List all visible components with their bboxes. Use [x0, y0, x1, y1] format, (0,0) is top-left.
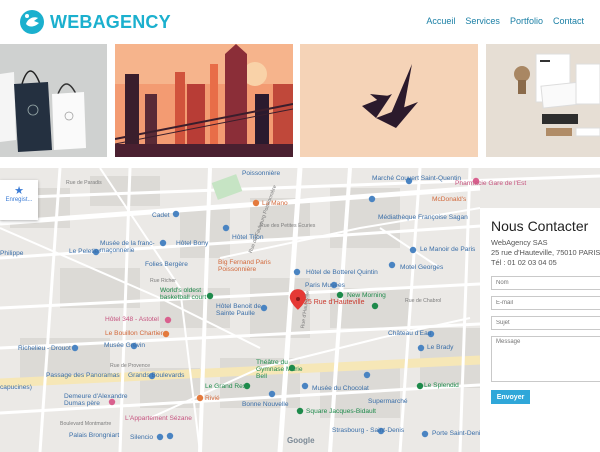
portfolio-shopping-bags-image[interactable] [0, 44, 107, 157]
map-place[interactable]: Musée Grévin [104, 342, 145, 349]
nav-portfolio[interactable]: Portfolio [510, 16, 543, 26]
map-street: Rue de Chabrol [405, 298, 442, 304]
map-place[interactable]: Hôtel Benoit de Sainte Paulle [216, 303, 276, 317]
map-place[interactable]: Le Peletier [69, 248, 101, 255]
map-street: Rue des Petites Écuries [260, 223, 316, 229]
map-place[interactable]: Palais Brongniart [69, 432, 119, 439]
map-place[interactable]: Philippe [0, 250, 23, 257]
map-place[interactable]: Folies Bergère [145, 261, 188, 268]
map-place[interactable]: Le Grand Rex [205, 383, 246, 390]
map-place[interactable]: Pharmacie Gare de l'Est [455, 180, 526, 187]
map-place[interactable]: McDonald's [432, 196, 466, 203]
map-street: Rue de Provence [110, 363, 151, 369]
map-place[interactable]: Château d'Eau [388, 330, 431, 337]
map-place[interactable]: Poissonnière [242, 170, 280, 177]
map-place[interactable]: Cadet [152, 212, 170, 219]
save-label: Enregist... [5, 197, 33, 203]
map-place[interactable]: Porte Saint-Denis [432, 430, 484, 437]
portfolio-city-illustration-image[interactable] [115, 44, 293, 157]
map-pin-label[interactable]: 25 Rue d'Hauteville [304, 299, 364, 306]
email-field[interactable] [491, 296, 600, 310]
subject-field[interactable] [491, 316, 600, 330]
map-place[interactable]: Supermarché [368, 398, 408, 405]
map-place[interactable]: Silencio [130, 434, 153, 441]
map-place[interactable]: World's oldest basketball court [160, 287, 220, 301]
contact-panel: Nous Contacter WebAgency SAS 25 rue d'Ha… [480, 208, 600, 452]
nav-accueil[interactable]: Accueil [426, 16, 455, 26]
portfolio-stationery-image[interactable] [486, 44, 600, 157]
name-field[interactable] [491, 276, 600, 290]
contact-title: Nous Contacter [491, 218, 589, 234]
map-place[interactable]: Big Fernand Paris Poissonnière [218, 259, 278, 273]
map-street: Boulevard Montmartre [60, 421, 112, 427]
map-place[interactable]: Médiathèque Françoise Sagan [378, 214, 468, 221]
star-icon: ★ [14, 185, 24, 197]
map-place[interactable]: Hôtel Bony [176, 240, 208, 247]
page: WEBAGENCY Accueil Services Portfolio Con… [0, 0, 600, 452]
portfolio-strip [0, 44, 600, 157]
main-nav: Accueil Services Portfolio Contact [426, 16, 584, 26]
map-place[interactable]: Richelieu - Drouot [18, 345, 71, 352]
map-place[interactable]: New Morning [347, 292, 386, 299]
map-place[interactable]: Grands Boulevards [128, 372, 184, 379]
map-place[interactable]: L'Appartement Sézane [125, 415, 192, 422]
map-place[interactable]: Marché Couvert Saint-Quentin [372, 175, 461, 182]
portfolio-logo-design-image[interactable] [300, 44, 478, 157]
site-header: WEBAGENCY Accueil Services Portfolio Con… [0, 0, 600, 44]
brand-name: WEBAGENCY [50, 11, 171, 32]
map-save-button[interactable]: ★ Enregist... [0, 180, 38, 220]
company-address: 25 rue d'Hauteville, 75010 PARIS [491, 248, 600, 257]
message-field[interactable] [491, 336, 600, 382]
map-place[interactable]: capucines) [0, 384, 32, 391]
nav-contact[interactable]: Contact [553, 16, 584, 26]
company-phone: Tél : 01 02 03 04 05 [491, 258, 557, 267]
map-place[interactable]: Théâtre du Gymnase Marie Bell [256, 359, 304, 380]
logo-icon [20, 10, 44, 34]
logo[interactable]: WEBAGENCY [18, 8, 171, 36]
map-place[interactable]: Passage des Panoramas [46, 372, 120, 379]
map-place[interactable]: Rivié [205, 395, 220, 402]
map-place[interactable]: Le Brady [427, 344, 453, 351]
map-street: Rue de Paradis [66, 180, 102, 186]
map-place[interactable]: Le Manoir de Paris [420, 246, 475, 253]
send-button[interactable]: Envoyer [491, 390, 530, 404]
nav-services[interactable]: Services [465, 16, 500, 26]
map-place[interactable]: Motel Georges [400, 264, 443, 271]
map-place[interactable]: Hôtel de Botterel Quintin [306, 269, 378, 276]
map-place[interactable]: Square Jacques-Bidault [306, 408, 376, 415]
map-place[interactable]: Hôtel 348 - Astotel [105, 316, 159, 323]
map-place[interactable]: Bonne Nouvelle [242, 401, 289, 408]
map-place[interactable]: Strasbourg - Saint-Denis [332, 427, 404, 434]
map-place[interactable]: Musée de la franc-maçonnerie [100, 240, 160, 254]
company-name: WebAgency SAS [491, 238, 548, 247]
map-place[interactable]: Le Bouillon Chartier [105, 330, 163, 337]
map-place[interactable]: Musée du Chocolat [312, 385, 369, 392]
map-place[interactable]: Paris Musées [305, 282, 345, 289]
map-place[interactable]: Demeure d'Alexandre Dumas père [64, 393, 134, 407]
google-logo[interactable]: Google [287, 436, 315, 445]
map-place[interactable]: Le Splendid [424, 382, 459, 389]
map-street: Rue Richer [150, 278, 176, 284]
